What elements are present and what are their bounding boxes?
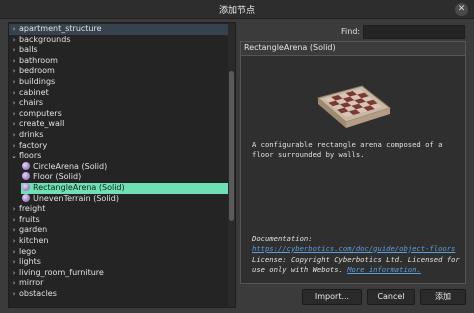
node-thumbnail bbox=[316, 85, 392, 128]
tree-category[interactable]: › drinks bbox=[9, 130, 44, 141]
tree-item-label: backgrounds bbox=[19, 34, 71, 44]
tree-category[interactable]: › fruits bbox=[9, 215, 40, 226]
tree-item-label: freight bbox=[19, 204, 46, 214]
tree-item-label: Floor (Solid) bbox=[33, 172, 82, 182]
tree-item-label: balls bbox=[19, 45, 38, 55]
cancel-button[interactable]: Cancel bbox=[367, 289, 415, 305]
tree-child-item[interactable]: RectangleArena (Solid) bbox=[21, 183, 228, 194]
license-line: License: Copyright Cyberbotics Ltd. Lice… bbox=[252, 255, 464, 274]
collapsed-arrow-icon[interactable]: › bbox=[9, 130, 19, 141]
tree-item-label: chairs bbox=[19, 98, 44, 108]
collapsed-arrow-icon[interactable]: › bbox=[9, 278, 19, 289]
tree-category[interactable]: › buildings bbox=[9, 77, 56, 88]
tree-item-label: mirror bbox=[19, 278, 44, 288]
import-button[interactable]: Import... bbox=[302, 289, 362, 305]
tree-item-label: obstacles bbox=[19, 289, 57, 298]
collapsed-arrow-icon[interactable]: › bbox=[9, 247, 19, 258]
tree-item-label: factory bbox=[19, 140, 48, 150]
tree-item-label: fruits bbox=[19, 214, 40, 224]
collapsed-arrow-icon[interactable]: › bbox=[9, 88, 19, 99]
tree-item-label: lego bbox=[19, 246, 37, 256]
tree-category[interactable]: › living_room_furniture bbox=[9, 268, 104, 279]
collapsed-arrow-icon[interactable]: › bbox=[9, 66, 19, 77]
tree-category[interactable]: › chairs bbox=[9, 98, 43, 109]
find-label: Find: bbox=[341, 27, 361, 36]
collapsed-arrow-icon[interactable]: › bbox=[9, 56, 19, 67]
tree-item-label: kitchen bbox=[19, 236, 49, 245]
tree-category[interactable]: › freight bbox=[9, 204, 46, 215]
collapsed-arrow-icon[interactable]: › bbox=[9, 215, 19, 226]
collapsed-arrow-icon[interactable]: › bbox=[9, 119, 19, 130]
tree-item-label: buildings bbox=[19, 77, 56, 86]
tree-item-label: lights bbox=[19, 257, 41, 267]
tree-item-label: computers bbox=[19, 108, 62, 118]
close-icon[interactable]: ✕ bbox=[455, 3, 468, 16]
tree-category[interactable]: › computers bbox=[9, 109, 62, 120]
tree-category[interactable]: › lights bbox=[9, 257, 41, 268]
tree-category[interactable]: › create_wall bbox=[9, 119, 65, 130]
node-leaf-icon[interactable] bbox=[21, 172, 33, 183]
expanded-arrow-icon[interactable]: ⌄ bbox=[9, 151, 19, 162]
collapsed-arrow-icon[interactable]: › bbox=[9, 77, 19, 88]
tree-category[interactable]: › mirror bbox=[9, 278, 44, 289]
tree-category[interactable]: › bathroom bbox=[9, 56, 58, 67]
collapsed-arrow-icon[interactable]: › bbox=[9, 257, 19, 268]
tree-category[interactable]: ⌄ floors bbox=[9, 151, 41, 162]
tree-category[interactable]: › bedroom bbox=[9, 66, 55, 77]
collapsed-arrow-icon[interactable]: › bbox=[9, 225, 19, 236]
documentation-line: Documentation: https://cyberbotics.com/d… bbox=[252, 234, 464, 253]
collapsed-arrow-icon[interactable]: › bbox=[9, 289, 19, 300]
tree-category[interactable]: › factory bbox=[9, 140, 48, 152]
tree-category[interactable]: › apartment_structure bbox=[9, 24, 228, 35]
node-info-panel: RectangleArena (Solid) A configurable re… bbox=[240, 41, 466, 284]
tree-item-label: living_room_furniture bbox=[19, 267, 104, 277]
collapsed-arrow-icon[interactable]: › bbox=[9, 45, 19, 56]
tree-child-item[interactable]: CircleArena (Solid) bbox=[21, 161, 108, 173]
collapsed-arrow-icon[interactable]: › bbox=[9, 35, 19, 46]
node-leaf-icon[interactable] bbox=[21, 183, 33, 194]
tree-item-label: floors bbox=[19, 151, 42, 161]
tree-item-label: UnevenTerrain (Solid) bbox=[33, 193, 119, 203]
tree-item-label: bedroom bbox=[19, 66, 55, 76]
tree-category[interactable]: › balls bbox=[9, 45, 38, 56]
collapsed-arrow-icon[interactable]: › bbox=[9, 204, 19, 215]
documentation-label: Documentation: bbox=[252, 234, 313, 243]
node-tree[interactable]: › apartment_structure › backgrounds › balls › b… bbox=[8, 22, 236, 308]
add-button[interactable]: 添加 bbox=[420, 289, 466, 305]
find-input[interactable] bbox=[363, 25, 465, 39]
tree-item-label: cabinet bbox=[19, 87, 49, 97]
tree-item-label: CircleArena (Solid) bbox=[33, 161, 108, 171]
node-leaf-icon[interactable] bbox=[21, 161, 33, 173]
tree-item-label: drinks bbox=[19, 130, 44, 139]
collapsed-arrow-icon[interactable]: › bbox=[9, 109, 19, 120]
node-title: RectangleArena (Solid) bbox=[244, 43, 336, 52]
tree-child-item[interactable]: UnevenTerrain (Solid) bbox=[21, 193, 119, 205]
collapsed-arrow-icon[interactable]: › bbox=[9, 24, 19, 35]
tree-item-label: bathroom bbox=[19, 55, 58, 65]
tree-category[interactable]: › cabinet bbox=[9, 88, 49, 99]
tree-item-label: RectangleArena (Solid) bbox=[33, 183, 125, 192]
tree-category[interactable]: › garden bbox=[9, 225, 48, 236]
tree-category[interactable]: › obstacles bbox=[9, 289, 57, 300]
preview-panel: A configurable rectangle arena composed … bbox=[241, 55, 465, 283]
tree-category[interactable]: › backgrounds bbox=[9, 34, 71, 46]
tree-category[interactable]: › kitchen bbox=[9, 236, 49, 247]
tree-item-label: apartment_structure bbox=[19, 24, 102, 33]
collapsed-arrow-icon[interactable]: › bbox=[9, 141, 19, 152]
documentation-link[interactable]: https://cyberbotics.com/doc/guide/object… bbox=[252, 244, 455, 253]
title-bar: 添加节点 ✕ bbox=[0, 0, 474, 19]
node-leaf-icon[interactable] bbox=[21, 193, 33, 205]
license-link[interactable]: More information. bbox=[347, 265, 421, 274]
collapsed-arrow-icon[interactable]: › bbox=[9, 98, 19, 109]
collapsed-arrow-icon[interactable]: › bbox=[9, 236, 19, 247]
collapsed-arrow-icon[interactable]: › bbox=[9, 268, 19, 279]
tree-category[interactable]: › lego bbox=[9, 246, 37, 258]
tree-child-item[interactable]: Floor (Solid) bbox=[21, 172, 81, 183]
tree-scrollbar[interactable] bbox=[228, 23, 235, 307]
tree-scrollbar-thumb[interactable] bbox=[229, 71, 234, 221]
window-title: 添加节点 bbox=[218, 6, 255, 16]
node-description: A configurable rectangle arena composed … bbox=[252, 140, 443, 159]
tree-item-label: create_wall bbox=[19, 119, 65, 129]
tree-item-label: garden bbox=[19, 225, 48, 235]
